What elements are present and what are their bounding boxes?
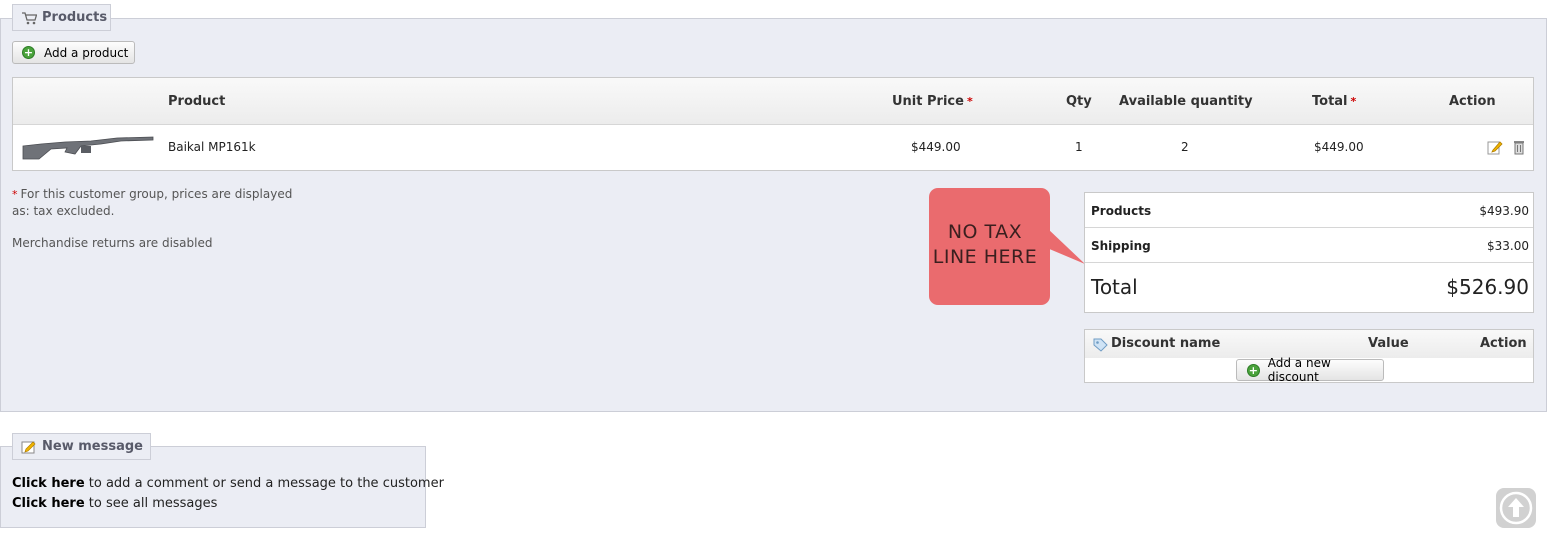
callout-text: NO TAX LINE HERE	[929, 220, 1041, 270]
qty-value: 1	[1075, 140, 1083, 154]
order-totals: Products $493.90 Shipping $33.00 Total $…	[1084, 192, 1534, 313]
cart-icon	[21, 11, 38, 25]
required-mark: *	[1350, 95, 1357, 108]
callout-line-2: LINE HERE	[932, 246, 1038, 268]
tax-note-line-2: as: tax excluded.	[12, 204, 115, 218]
new-message-legend-label: New message	[42, 439, 143, 454]
returns-note: Merchandise returns are disabled	[12, 236, 213, 250]
totals-row-shipping: Shipping $33.00	[1085, 228, 1533, 263]
products-total-value: $493.90	[1479, 204, 1529, 218]
product-name: Baikal MP161k	[168, 140, 256, 154]
header-available-quantity: Available quantity	[1119, 94, 1253, 109]
shipping-value: $33.00	[1487, 239, 1529, 253]
callout-line-1: NO TAX	[947, 221, 1023, 243]
edit-icon[interactable]	[1487, 139, 1503, 158]
add-discount-label: Add a new discount	[1267, 356, 1331, 384]
products-legend: Products	[12, 4, 111, 31]
add-icon: +	[22, 46, 35, 59]
tag-icon	[1092, 337, 1108, 356]
products-table-header	[13, 78, 1533, 125]
header-unit-price: Unit Price *	[892, 94, 973, 109]
product-image	[21, 132, 155, 162]
delete-icon[interactable]	[1513, 139, 1525, 158]
products-legend-label: Products	[42, 10, 108, 25]
add-comment-link[interactable]: Click here	[12, 476, 85, 491]
arrow-up-icon	[1499, 491, 1533, 525]
see-messages-text: to see all messages	[88, 496, 218, 511]
header-qty: Qty	[1066, 94, 1092, 109]
discount-value-header: Value	[1368, 336, 1409, 351]
new-message-legend: New message	[12, 433, 151, 460]
totals-row-products: Products $493.90	[1085, 193, 1533, 228]
available-quantity-value: 2	[1181, 140, 1189, 154]
message-icon	[21, 440, 37, 454]
header-product: Product	[168, 94, 226, 109]
add-product-label: Add a product	[44, 45, 129, 60]
discount-action-header: Action	[1480, 336, 1527, 351]
see-messages-link[interactable]: Click here	[12, 496, 85, 511]
tax-note-line-1: * For this customer group, prices are dis…	[12, 187, 293, 201]
message-line-2: Click here to see all messages	[12, 496, 217, 511]
products-total-label: Products	[1091, 204, 1152, 218]
header-action: Action	[1449, 94, 1496, 109]
total-value: $449.00	[1314, 140, 1364, 154]
add-product-button[interactable]: + Add a product	[12, 41, 135, 64]
unit-price-value: $449.00	[911, 140, 961, 154]
add-discount-button[interactable]: + Add a new discount	[1236, 356, 1384, 384]
shipping-label: Shipping	[1091, 239, 1151, 253]
add-icon: +	[1247, 363, 1260, 377]
totals-row-total: Total $526.90	[1085, 263, 1533, 312]
message-line-1: Click here to add a comment or send a me…	[12, 476, 444, 491]
callout-tail	[1047, 228, 1085, 264]
required-mark: *	[966, 95, 973, 108]
grand-total-label: Total	[1091, 275, 1138, 299]
discount-name-header: Discount name	[1111, 336, 1221, 351]
products-table: Product Unit Price * Qty Available quanti…	[12, 77, 1534, 171]
add-comment-text: to add a comment or send a message to th…	[88, 476, 444, 491]
header-total: Total *	[1312, 94, 1357, 109]
scroll-top-button[interactable]	[1496, 488, 1536, 528]
grand-total-value: $526.90	[1446, 275, 1529, 299]
